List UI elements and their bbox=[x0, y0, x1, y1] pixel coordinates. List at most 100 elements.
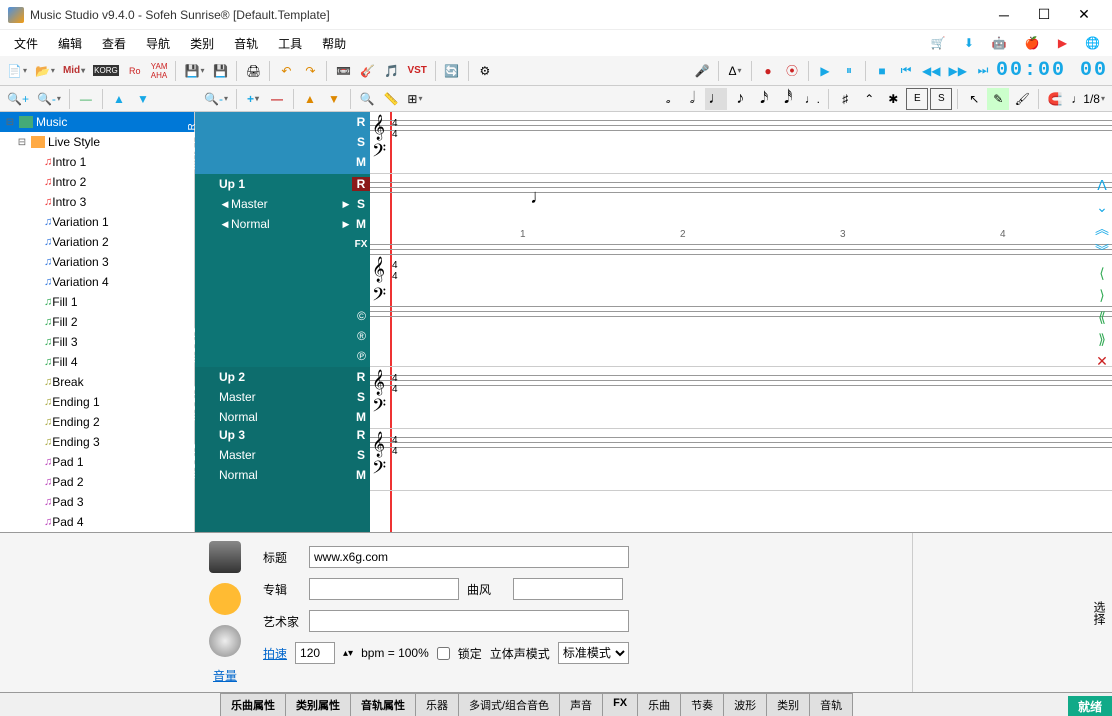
tab-11[interactable]: 音轨 bbox=[809, 693, 853, 716]
save2-button[interactable]: 💾 bbox=[209, 60, 231, 82]
drums-button[interactable]: 🎵 bbox=[380, 60, 402, 82]
save-button[interactable]: 💾▾ bbox=[181, 60, 207, 82]
e-button[interactable]: E bbox=[906, 88, 928, 110]
vst-button[interactable]: VST bbox=[404, 60, 429, 82]
menu-编辑[interactable]: 编辑 bbox=[48, 32, 92, 55]
star-button[interactable]: ✱ bbox=[882, 88, 904, 110]
tree-item[interactable]: ♫ Intro 1 bbox=[0, 152, 194, 172]
guitar-button[interactable]: 🎸 bbox=[356, 60, 378, 82]
track-up2[interactable]: MUSIC Up 2R MasterS NormalM bbox=[195, 367, 370, 425]
nav-up2-icon[interactable]: ⌄ bbox=[1092, 196, 1112, 218]
brush-button[interactable]: 🖌 bbox=[1011, 88, 1033, 110]
tree-item[interactable]: ♫ Pad 4 bbox=[0, 512, 194, 532]
tab-5[interactable]: 声音 bbox=[559, 693, 603, 716]
track-up-button[interactable]: ▲ bbox=[299, 88, 321, 110]
note-whole-button[interactable]: 𝅗 bbox=[657, 88, 679, 110]
minimize-button[interactable]: ─ bbox=[984, 0, 1024, 30]
tab-9[interactable]: 波形 bbox=[723, 693, 767, 716]
grid-button[interactable]: ⊞▾ bbox=[404, 88, 426, 110]
tree-group[interactable]: ⊟Live Style bbox=[0, 132, 194, 152]
android-icon[interactable]: 🤖 bbox=[992, 36, 1007, 50]
youtube-icon[interactable]: ▶ bbox=[1058, 36, 1067, 50]
track-down-button[interactable]: ▼ bbox=[323, 88, 345, 110]
add-button[interactable]: +▾ bbox=[242, 88, 264, 110]
cart-icon[interactable]: 🛒 bbox=[931, 36, 946, 50]
tree-item[interactable]: ♫ Ending 3 bbox=[0, 432, 194, 452]
tree-item[interactable]: ♫ Intro 3 bbox=[0, 192, 194, 212]
tree-item[interactable]: ♫ Variation 2 bbox=[0, 232, 194, 252]
accent-button[interactable]: ⌃ bbox=[858, 88, 880, 110]
tempo-input[interactable] bbox=[295, 642, 335, 664]
roland-button[interactable]: Ro bbox=[124, 60, 146, 82]
menu-查看[interactable]: 查看 bbox=[92, 32, 136, 55]
tree-item[interactable]: ♫ Variation 1 bbox=[0, 212, 194, 232]
tab-6[interactable]: FX bbox=[602, 693, 638, 716]
yamaha-button[interactable]: YAMAHA bbox=[148, 60, 171, 82]
tree-item[interactable]: ♫ Pad 3 bbox=[0, 492, 194, 512]
rewind-button[interactable]: ◀◀ bbox=[919, 60, 943, 82]
settings-button[interactable]: ⚙ bbox=[474, 60, 496, 82]
note-16-button[interactable]: 𝅘𝅥𝅯 bbox=[753, 88, 775, 110]
new-button[interactable]: 📄▾ bbox=[4, 60, 30, 82]
tab-2[interactable]: 音轨属性 bbox=[350, 693, 416, 716]
stereo-select[interactable]: 标准模式 bbox=[558, 642, 629, 664]
menu-音轨[interactable]: 音轨 bbox=[224, 32, 268, 55]
nav-dbl-down-icon[interactable]: ︾ bbox=[1092, 240, 1112, 262]
menu-工具[interactable]: 工具 bbox=[268, 32, 312, 55]
stop-button[interactable]: ■ bbox=[871, 60, 893, 82]
menu-导航[interactable]: 导航 bbox=[136, 32, 180, 55]
maximize-button[interactable]: ☐ bbox=[1024, 0, 1064, 30]
tree-item[interactable]: ♫ Fill 2 bbox=[0, 312, 194, 332]
note-dot-button[interactable]: ♩. bbox=[801, 88, 823, 110]
note-eighth-button[interactable]: ♪ bbox=[729, 88, 751, 110]
nav-left-icon[interactable]: ⟨ bbox=[1092, 262, 1112, 284]
tree-sidebar[interactable]: ⊟Music ⊟Live Style ♫ Intro 1♫ Intro 2♫ I… bbox=[0, 112, 195, 532]
device-button[interactable]: 📼 bbox=[332, 60, 354, 82]
tab-3[interactable]: 乐器 bbox=[415, 693, 459, 716]
sharp-button[interactable]: ♯ bbox=[834, 88, 856, 110]
record-button[interactable]: ● bbox=[757, 60, 779, 82]
dial-icon[interactable] bbox=[209, 625, 241, 657]
zoom-out2-button[interactable]: 🔍-▾ bbox=[201, 88, 231, 110]
collapse-button[interactable]: — bbox=[75, 88, 97, 110]
nav-dbl-right-icon[interactable]: ⟫ bbox=[1092, 328, 1112, 350]
nav-right-icon[interactable]: ⟩ bbox=[1092, 284, 1112, 306]
track-up1[interactable]: MUSIC Up 1R ◀Master▶S ◀Normal▶M FX ©®℗ bbox=[195, 174, 370, 367]
record2-button[interactable]: ⦿ bbox=[781, 60, 803, 82]
lock-icon[interactable] bbox=[209, 583, 241, 615]
tree-item[interactable]: ♫ Break bbox=[0, 372, 194, 392]
menu-文件[interactable]: 文件 bbox=[4, 32, 48, 55]
remove-button[interactable]: — bbox=[266, 88, 288, 110]
play-button[interactable]: ▶ bbox=[814, 60, 836, 82]
pencil-button[interactable]: ✎ bbox=[987, 88, 1009, 110]
zoom-out-button[interactable]: 🔍-▾ bbox=[34, 88, 64, 110]
s-button[interactable]: S bbox=[930, 88, 952, 110]
menu-类别[interactable]: 类别 bbox=[180, 32, 224, 55]
note-quarter-button[interactable]: ♩ bbox=[705, 88, 727, 110]
tree-item[interactable]: ♫ Fill 3 bbox=[0, 332, 194, 352]
tree-item[interactable]: ♫ Pad 1 bbox=[0, 452, 194, 472]
tab-10[interactable]: 类别 bbox=[766, 693, 810, 716]
nav-dbl-left-icon[interactable]: ⟪ bbox=[1092, 306, 1112, 328]
zoom-in-button[interactable]: 🔍+ bbox=[4, 88, 32, 110]
tab-8[interactable]: 节奏 bbox=[680, 693, 724, 716]
tree-item[interactable]: ♫ Ending 2 bbox=[0, 412, 194, 432]
tab-7[interactable]: 乐曲 bbox=[637, 693, 681, 716]
note-half-button[interactable]: 𝅗𝅥 bbox=[681, 88, 703, 110]
nav-dbl-up-icon[interactable]: ︽ bbox=[1092, 218, 1112, 240]
ruler-button[interactable]: 📏 bbox=[380, 88, 402, 110]
tree-item[interactable]: ♫ Intro 2 bbox=[0, 172, 194, 192]
rewind-full-button[interactable]: ⏮ bbox=[895, 60, 917, 82]
tree-item[interactable]: ♫ Fill 1 bbox=[0, 292, 194, 312]
artist-input[interactable] bbox=[309, 610, 629, 632]
apple-icon[interactable]: 🍎 bbox=[1025, 36, 1040, 50]
pause-button[interactable]: ⏸ bbox=[838, 60, 860, 82]
mic-button[interactable]: 🎤 bbox=[691, 60, 713, 82]
redo-button[interactable]: ↷ bbox=[299, 60, 321, 82]
title-input[interactable] bbox=[309, 546, 629, 568]
note-div-button[interactable]: ♩1/8▾ bbox=[1068, 88, 1108, 110]
globe-icon[interactable]: 🌐 bbox=[1085, 36, 1100, 50]
tree-item[interactable]: ♫ Variation 4 bbox=[0, 272, 194, 292]
notation-area[interactable]: 𝄞𝄢44 ♩ 1 2 3 4 𝄞𝄢44 𝄞𝄢44 𝄞𝄢44 ᐱ ⌄ ︽ ︾ ⟨ … bbox=[370, 112, 1112, 532]
download-icon[interactable]: ⬇ bbox=[964, 36, 974, 50]
